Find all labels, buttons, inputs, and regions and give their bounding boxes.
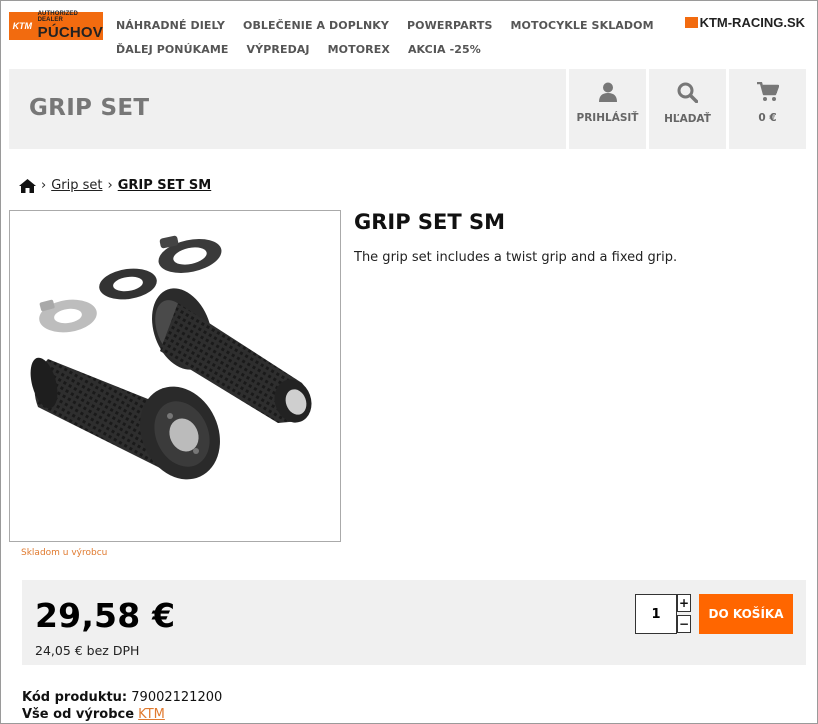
product-code-value: 79002121200: [131, 690, 223, 705]
breadcrumb-current[interactable]: GRIP SET SM: [118, 178, 212, 193]
nav-link-motorex[interactable]: MOTOREX: [328, 43, 390, 56]
price-without-vat: 24,05 € bez DPH: [35, 643, 140, 658]
product-meta: Kód produktu: 79002121200 Vše od výrobce…: [22, 689, 222, 723]
cam-ring-large: [158, 235, 222, 274]
nav-link-motocykle[interactable]: MOTOCYKLE SKLADOM: [510, 19, 653, 32]
product-price: 29,58 €: [35, 596, 176, 635]
breadcrumb-separator: ›: [107, 178, 113, 193]
product-title: GRIP SET SM: [354, 210, 506, 234]
product-code-line: Kód produktu: 79002121200: [22, 689, 222, 706]
dealer-logo[interactable]: KTM AUTHORIZED DEALER PÚCHOV: [9, 11, 103, 41]
breadcrumb-link-grip-set[interactable]: Grip set: [51, 178, 102, 193]
logo-mark-text: KTM: [12, 21, 33, 31]
stock-status: Skladom u výrobcu: [21, 548, 108, 558]
quantity-input[interactable]: [635, 594, 677, 634]
ktm-square-icon: [684, 17, 698, 28]
site-name: KTM-RACING.SK: [699, 15, 805, 30]
cart-icon: [756, 82, 779, 101]
main-nav: NÁHRADNÉ DIELY OBLEČENIE A DOPLNKY POWER…: [116, 16, 676, 58]
manufacturer-label: Vše od výrobce: [22, 707, 135, 722]
logo-title: PÚCHOV: [37, 24, 103, 41]
nav-row-2: ĎALEJ PONÚKAME VÝPREDAJ MOTOREX AKCIA -2…: [116, 40, 676, 58]
ktm-logo-mark: KTM: [11, 14, 34, 38]
home-icon[interactable]: [19, 178, 36, 193]
product-description: The grip set includes a twist grip and a…: [354, 250, 678, 265]
search-icon: [677, 82, 698, 103]
ktm-racing-logo[interactable]: KTM-RACING.SK: [684, 15, 805, 30]
product-code-label: Kód produktu:: [22, 690, 128, 705]
grip-set-image: [30, 235, 312, 480]
nav-row-1: NÁHRADNÉ DIELY OBLEČENIE A DOPLNKY POWER…: [116, 16, 676, 34]
nav-link-powerparts[interactable]: POWERPARTS: [407, 19, 493, 32]
cam-ring-medium: [99, 268, 157, 300]
logo-subtitle: AUTHORIZED DEALER: [37, 11, 78, 23]
breadcrumb-separator: ›: [41, 178, 47, 193]
nav-link-nahradne-diely[interactable]: NÁHRADNÉ DIELY: [116, 19, 225, 32]
nav-link-akcia[interactable]: AKCIA -25%: [408, 43, 481, 56]
manufacturer-line: Vše od výrobce KTM: [22, 706, 222, 723]
add-to-cart-button[interactable]: DO KOŠÍKA: [699, 594, 793, 634]
user-icon: [598, 82, 617, 102]
login-button[interactable]: PRIHLÁSIŤ: [569, 69, 646, 149]
breadcrumb: › Grip set › GRIP SET SM: [19, 178, 211, 193]
manufacturer-link[interactable]: KTM: [138, 707, 165, 722]
nav-link-vypredaj[interactable]: VÝPREDAJ: [247, 43, 310, 56]
cam-ring-grey: [39, 299, 97, 333]
cart-button[interactable]: 0 €: [729, 69, 806, 149]
login-label: PRIHLÁSIŤ: [576, 112, 639, 124]
nav-link-dalej-ponukame[interactable]: ĎALEJ PONÚKAME: [116, 43, 229, 56]
quantity-decrease-button[interactable]: −: [677, 615, 691, 633]
page-title: GRIP SET: [29, 95, 150, 121]
search-button[interactable]: HĽADAŤ: [649, 69, 726, 149]
price-box: 29,58 € 24,05 € bez DPH + − DO KOŠÍKA: [22, 580, 806, 665]
search-label: HĽADAŤ: [664, 113, 711, 125]
quantity-increase-button[interactable]: +: [677, 594, 691, 612]
product-image[interactable]: [9, 210, 341, 542]
category-title-bar: GRIP SET: [9, 69, 566, 149]
nav-link-oblecenie[interactable]: OBLEČENIE A DOPLNKY: [243, 19, 389, 32]
cart-total: 0 €: [758, 112, 777, 124]
